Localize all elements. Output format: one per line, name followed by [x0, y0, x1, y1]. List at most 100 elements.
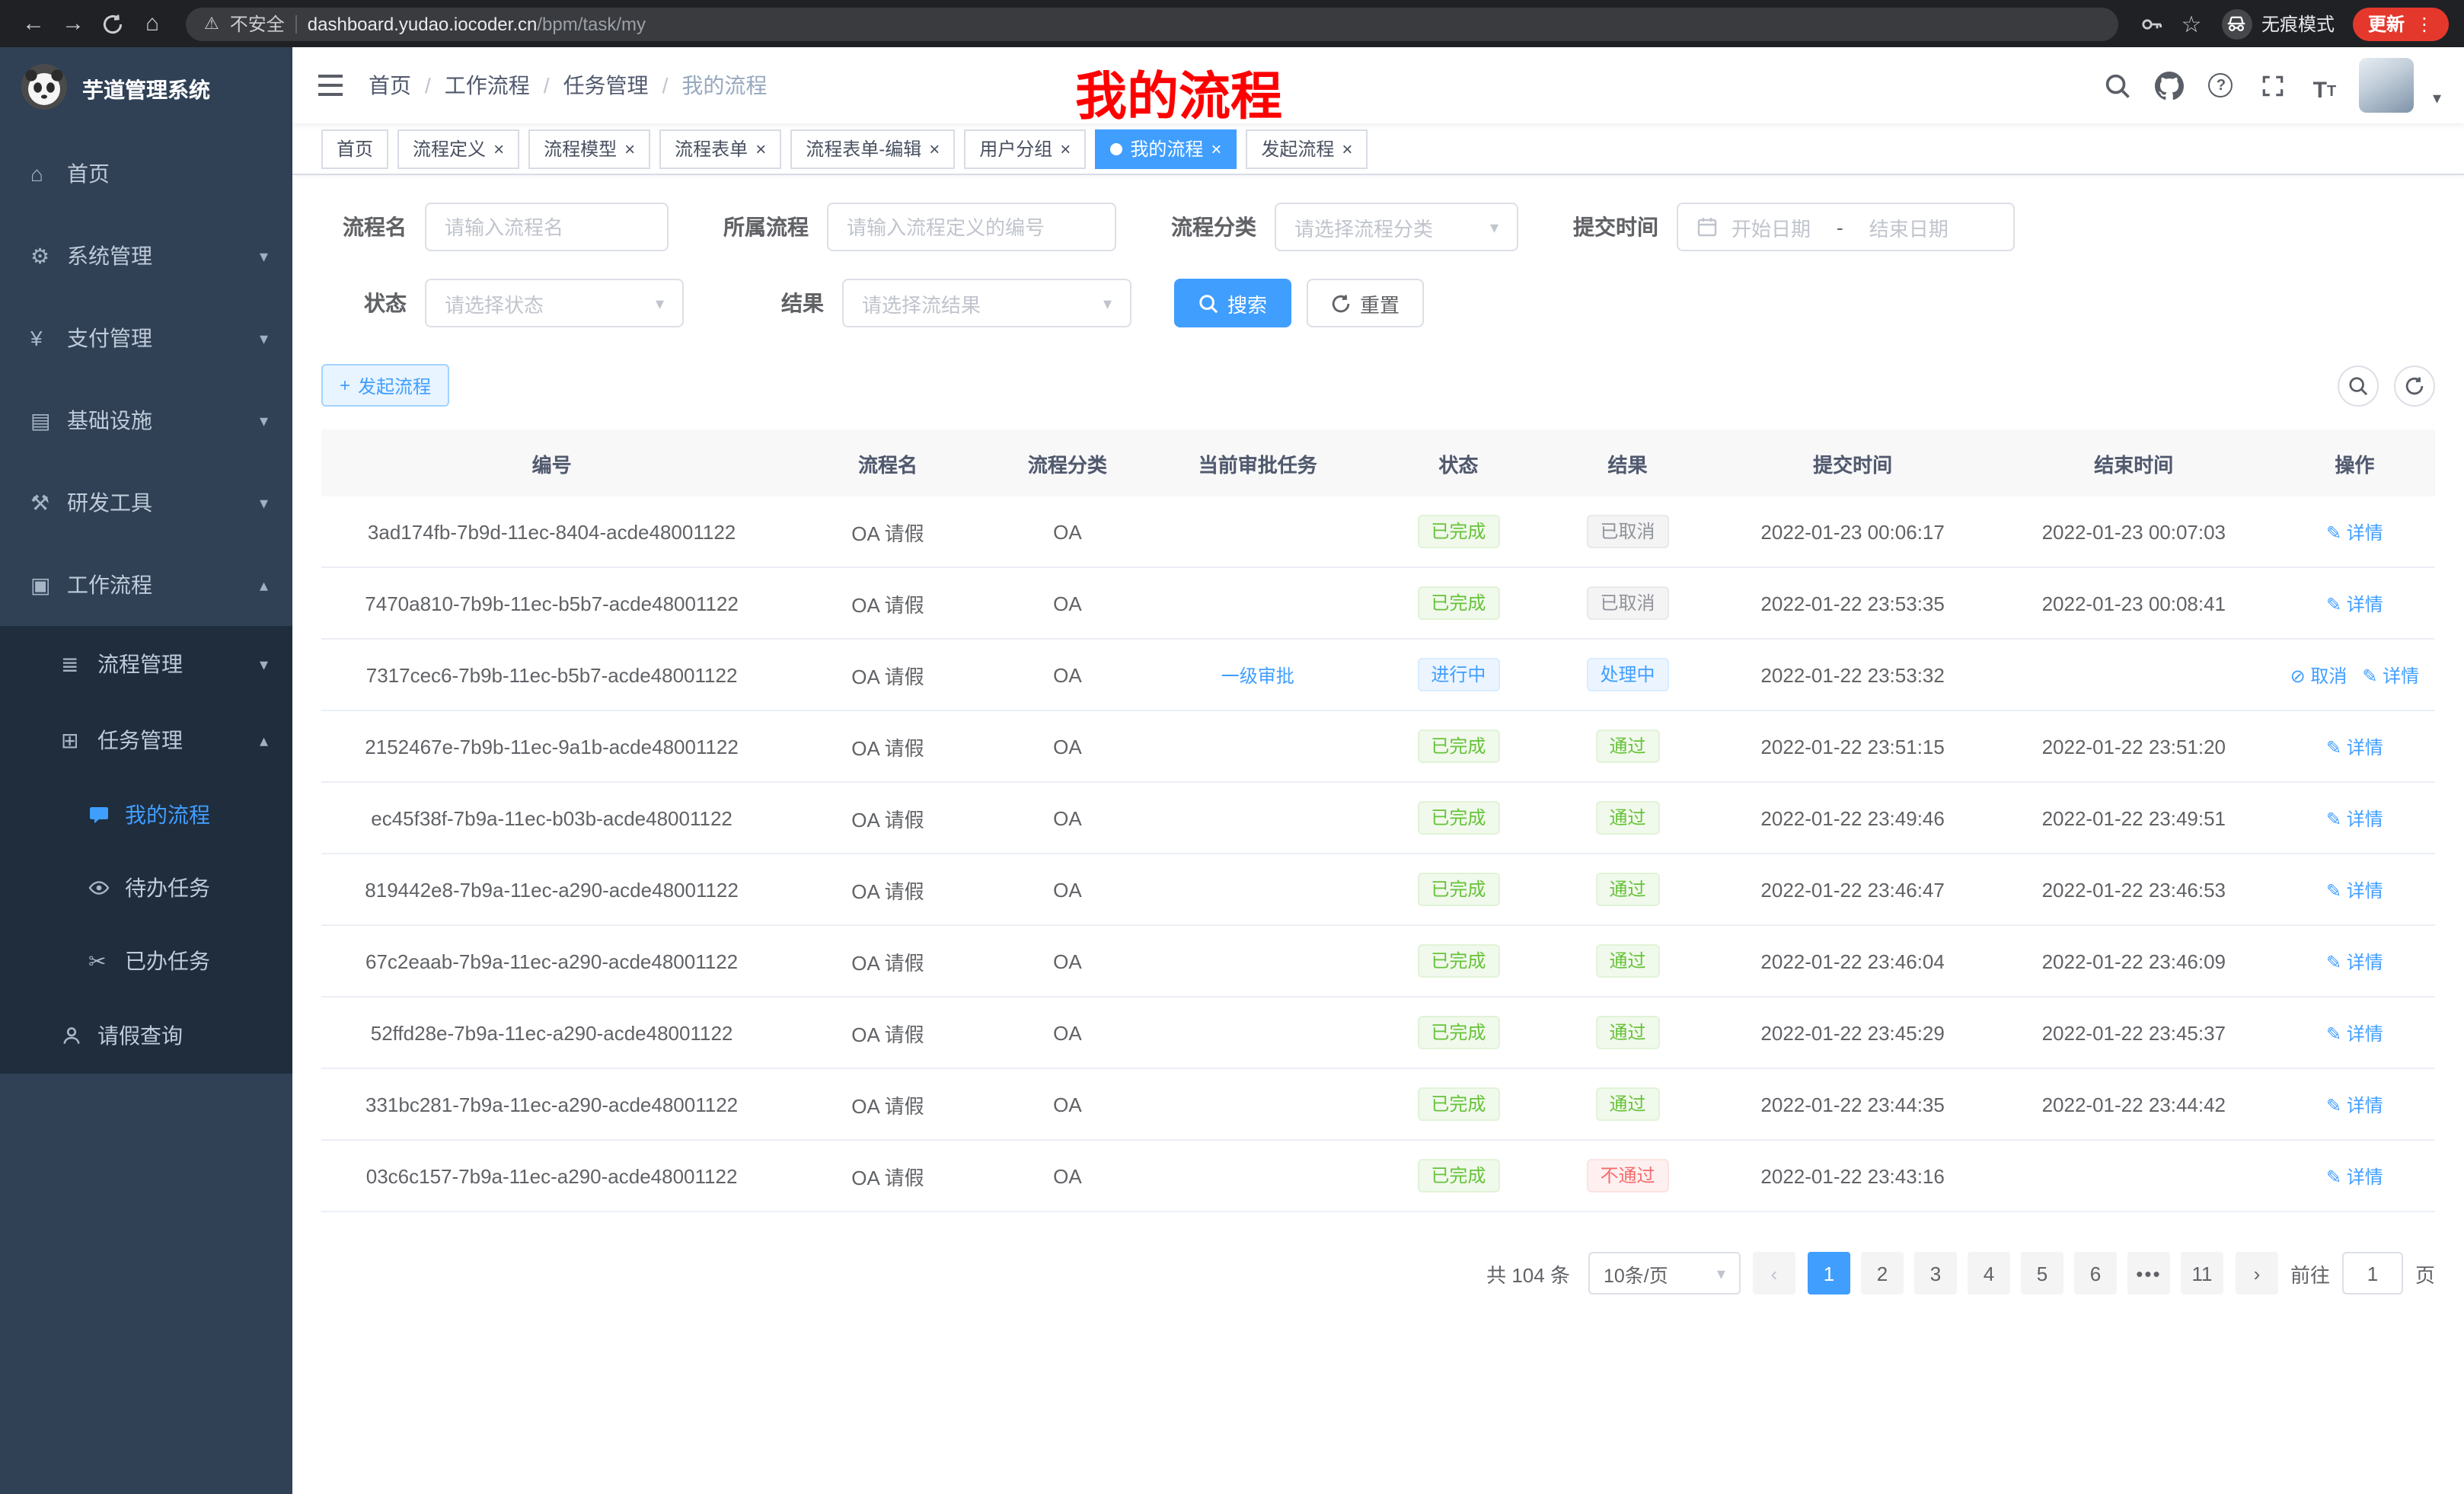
detail-link[interactable]: ✎ 详情 — [2326, 1023, 2383, 1044]
sidebar-item-task-mgmt[interactable]: ⊞ 任务管理 ▴ — [0, 702, 292, 778]
github-icon[interactable] — [2153, 69, 2186, 102]
sidebar-item-my-process[interactable]: 我的流程 — [0, 778, 292, 851]
sidebar-item-pay[interactable]: ¥ 支付管理 ▾ — [0, 297, 292, 379]
detail-link[interactable]: ✎ 详情 — [2326, 951, 2383, 972]
tab-流程模型[interactable]: 流程模型× — [528, 129, 650, 168]
column-header-actions: 操作 — [2274, 449, 2435, 477]
menu-dots-icon[interactable]: ⋮ — [2415, 13, 2434, 34]
sidebar-item-leave-query[interactable]: 请假查询 — [0, 998, 292, 1074]
avatar[interactable] — [2360, 58, 2415, 113]
sidebar-item-done-tasks[interactable]: ✂ 已办任务 — [0, 924, 292, 998]
tools-icon: ⚒ — [30, 490, 67, 516]
breadcrumb-home[interactable]: 首页 — [369, 70, 411, 101]
update-label: 更新 — [2368, 11, 2405, 37]
sidebar-item-label: 系统管理 — [67, 241, 260, 271]
page-size-select[interactable]: 10条/页 ▾ — [1588, 1252, 1741, 1294]
font-size-icon[interactable]: TT — [2308, 69, 2341, 102]
tab-发起流程[interactable]: 发起流程× — [1246, 129, 1368, 168]
sidebar-item-workflow[interactable]: ▣ 工作流程 ▴ — [0, 544, 292, 626]
close-tab-icon[interactable]: × — [929, 139, 940, 158]
toggle-search-button[interactable] — [2338, 365, 2379, 406]
update-button[interactable]: 更新 ⋮ — [2353, 7, 2449, 40]
tab-我的流程[interactable]: 我的流程× — [1095, 129, 1237, 168]
detail-link[interactable]: ✎ 详情 — [2326, 879, 2383, 901]
bookmark-star-icon[interactable]: ☆ — [2173, 5, 2210, 42]
detail-link[interactable]: ✎ 详情 — [2326, 1166, 2383, 1187]
breadcrumb-task-mgmt[interactable]: 任务管理 — [563, 70, 649, 101]
submit-time-range-picker[interactable]: 开始日期 - 结束日期 — [1677, 203, 2015, 251]
security-label: 不安全 — [230, 11, 285, 37]
reset-button[interactable]: 重置 — [1307, 279, 1424, 327]
forward-button[interactable]: → — [55, 5, 91, 42]
tab-流程表单[interactable]: 流程表单× — [659, 129, 781, 168]
reload-button[interactable] — [94, 5, 131, 42]
sidebar-item-system[interactable]: ⚙ 系统管理 ▾ — [0, 215, 292, 297]
cell-process-name: OA 请假 — [782, 1090, 994, 1119]
help-icon[interactable]: ? — [2204, 69, 2238, 102]
close-tab-icon[interactable]: × — [1211, 139, 1221, 158]
detail-link[interactable]: ✎ 详情 — [2326, 808, 2383, 829]
tab-首页[interactable]: 首页 — [321, 129, 388, 168]
result-select[interactable]: 请选择流结果 ▾ — [842, 279, 1131, 327]
cell-status: 已完成 — [1374, 586, 1543, 620]
table-header: 编号 流程名 流程分类 当前审批任务 状态 结果 提交时间 结束时间 操作 — [321, 429, 2435, 496]
breadcrumb-workflow[interactable]: 工作流程 — [445, 70, 530, 101]
page-4[interactable]: 4 — [1968, 1252, 2010, 1294]
goto-page-input[interactable] — [2342, 1252, 2403, 1294]
incognito-label: 无痕模式 — [2261, 11, 2335, 37]
cell-actions: ✎ 详情 — [2274, 805, 2435, 831]
scissors-icon: ✂ — [88, 948, 125, 974]
page-6[interactable]: 6 — [2074, 1252, 2117, 1294]
sidebar-item-infra[interactable]: ▤ 基础设施 ▾ — [0, 379, 292, 461]
close-tab-icon[interactable]: × — [1060, 139, 1071, 158]
close-tab-icon[interactable]: × — [493, 139, 504, 158]
page-ellipsis[interactable]: ••• — [2127, 1252, 2170, 1294]
chevron-down-icon: ▾ — [656, 293, 664, 313]
main-panel: 首页 / 工作流程 / 任务管理 / 我的流程 ? — [292, 47, 2464, 1494]
password-key-icon[interactable] — [2134, 5, 2170, 42]
sidebar-toggle-icon[interactable] — [292, 47, 369, 123]
current-task-link[interactable]: 一级审批 — [1221, 665, 1294, 686]
next-page-button[interactable]: › — [2236, 1252, 2278, 1294]
detail-link[interactable]: ✎ 详情 — [2326, 593, 2383, 615]
cancel-link[interactable]: ⊘ 取消 — [2290, 665, 2348, 686]
page-11[interactable]: 11 — [2181, 1252, 2223, 1294]
chevron-down-icon: ▾ — [260, 246, 268, 266]
page-5[interactable]: 5 — [2021, 1252, 2063, 1294]
close-tab-icon[interactable]: × — [1342, 139, 1352, 158]
page-3[interactable]: 3 — [1914, 1252, 1957, 1294]
sidebar-item-home[interactable]: ⌂ 首页 — [0, 132, 292, 215]
tab-用户分组[interactable]: 用户分组× — [964, 129, 1086, 168]
sidebar-item-devtools[interactable]: ⚒ 研发工具 ▾ — [0, 461, 292, 544]
process-def-input[interactable] — [827, 203, 1116, 251]
search-icon[interactable] — [2101, 69, 2134, 102]
cell-category: OA — [994, 1093, 1141, 1116]
search-icon — [2348, 375, 2368, 395]
detail-link[interactable]: ✎ 详情 — [2362, 665, 2419, 686]
prev-page-button[interactable]: ‹ — [1753, 1252, 1795, 1294]
create-process-button[interactable]: + 发起流程 — [321, 364, 449, 407]
status-select[interactable]: 请选择状态 ▾ — [425, 279, 684, 327]
sidebar-item-todo-tasks[interactable]: 待办任务 — [0, 851, 292, 924]
close-tab-icon[interactable]: × — [755, 139, 766, 158]
refresh-table-button[interactable] — [2394, 365, 2435, 406]
page-2[interactable]: 2 — [1861, 1252, 1904, 1294]
detail-link[interactable]: ✎ 详情 — [2326, 1094, 2383, 1116]
sidebar-item-process-mgmt[interactable]: ≣ 流程管理 ▾ — [0, 626, 292, 702]
search-button[interactable]: 搜索 — [1174, 279, 1291, 327]
detail-link[interactable]: ✎ 详情 — [2326, 522, 2383, 543]
home-icon: ⌂ — [30, 161, 67, 186]
process-name-input[interactable] — [425, 203, 669, 251]
url-bar[interactable]: ⚠ 不安全 dashboard.yudao.iocoder.cn/bpm/tas… — [186, 7, 2118, 40]
fullscreen-icon[interactable] — [2256, 69, 2290, 102]
home-button[interactable]: ⌂ — [134, 5, 171, 42]
detail-link[interactable]: ✎ 详情 — [2326, 736, 2383, 758]
category-select[interactable]: 请选择流程分类 ▾ — [1275, 203, 1518, 251]
tab-流程表单-编辑[interactable]: 流程表单-编辑× — [790, 129, 955, 168]
page-1[interactable]: 1 — [1808, 1252, 1850, 1294]
chevron-down-icon[interactable]: ▾ — [2433, 88, 2441, 107]
close-tab-icon[interactable]: × — [624, 139, 635, 158]
back-button[interactable]: ← — [15, 5, 52, 42]
chevron-down-icon: ▾ — [260, 328, 268, 348]
tab-流程定义[interactable]: 流程定义× — [397, 129, 519, 168]
